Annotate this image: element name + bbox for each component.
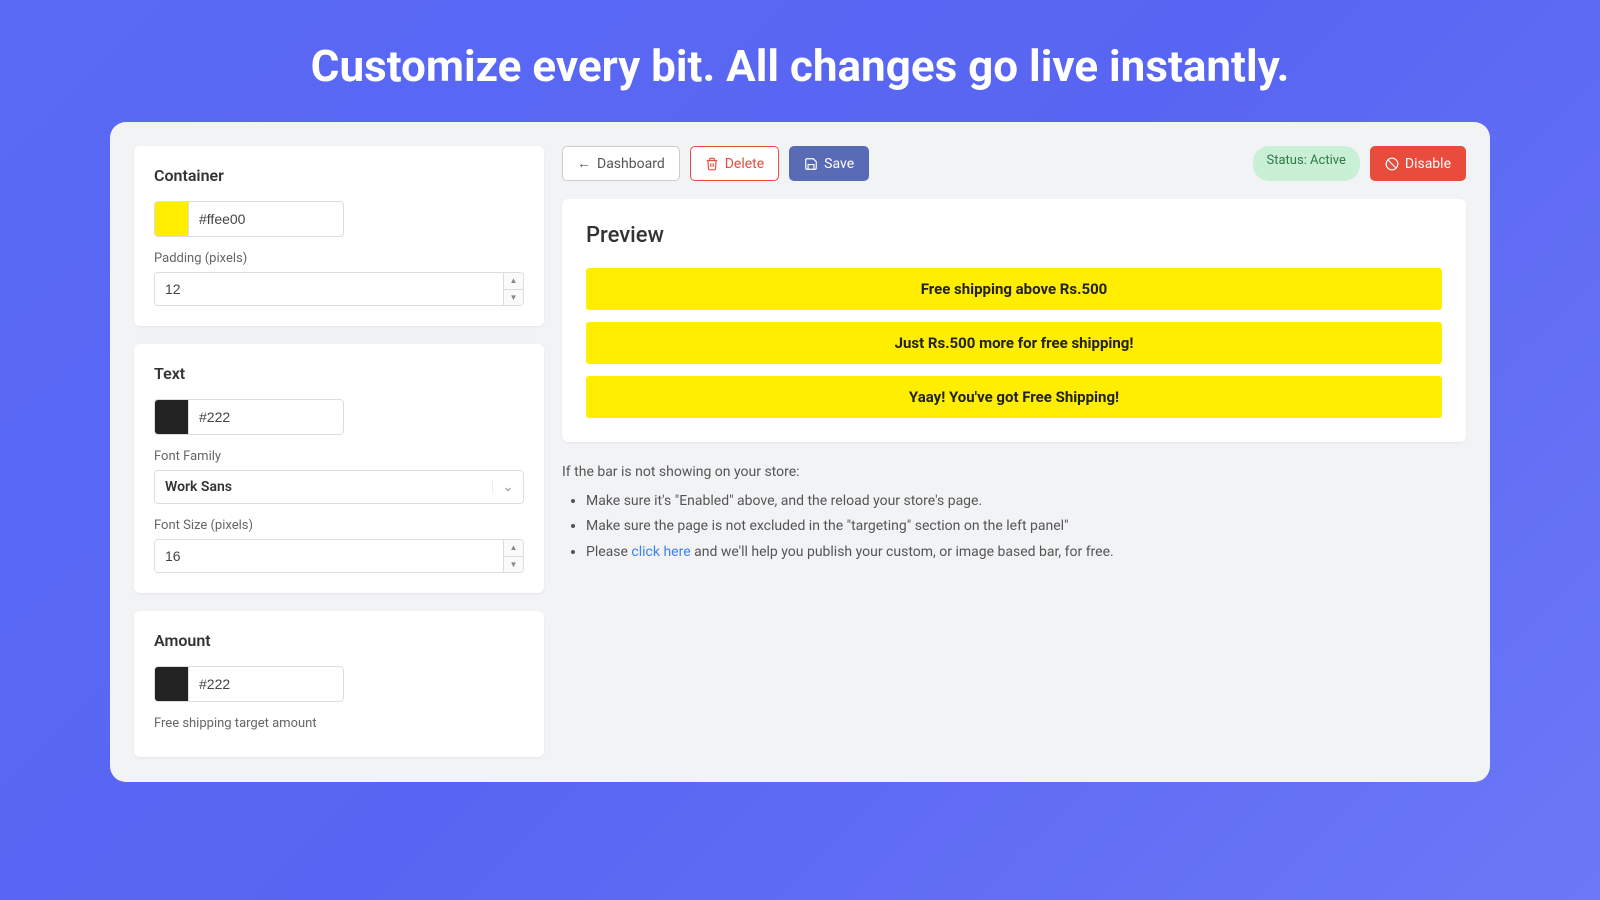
help-list: Make sure it's "Enabled" above, and the … xyxy=(562,489,1466,565)
container-color-input[interactable] xyxy=(188,201,344,237)
toolbar: ← Dashboard Delete Save Status: Active xyxy=(562,146,1466,181)
chevron-down-icon: ⌄ xyxy=(492,480,513,494)
help-item: Please click here and we'll help you pub… xyxy=(586,540,1466,565)
padding-input[interactable] xyxy=(155,273,503,305)
font-family-select[interactable]: Work Sans ⌄ xyxy=(154,470,524,504)
delete-button[interactable]: Delete xyxy=(690,146,779,181)
preview-bar: Just Rs.500 more for free shipping! xyxy=(586,322,1442,364)
preview-bar: Yaay! You've got Free Shipping! xyxy=(586,376,1442,418)
padding-label: Padding (pixels) xyxy=(154,251,524,266)
dashboard-label: Dashboard xyxy=(597,156,665,172)
app-window: Container Padding (pixels) ▲ ▼ Text Font xyxy=(110,122,1490,782)
disable-label: Disable xyxy=(1405,156,1451,172)
text-color-row xyxy=(154,399,524,435)
dashboard-button[interactable]: ← Dashboard xyxy=(562,146,680,181)
font-family-value: Work Sans xyxy=(165,479,232,495)
ban-icon xyxy=(1385,157,1399,171)
trash-icon xyxy=(705,157,719,171)
target-amount-label: Free shipping target amount xyxy=(154,716,524,731)
help-item: Make sure the page is not excluded in th… xyxy=(586,514,1466,539)
font-size-label: Font Size (pixels) xyxy=(154,518,524,533)
step-up-icon[interactable]: ▲ xyxy=(504,540,523,557)
preview-title: Preview xyxy=(586,223,1442,248)
help-please: Please xyxy=(586,544,631,560)
container-color-swatch[interactable] xyxy=(154,201,188,237)
container-card: Container Padding (pixels) ▲ ▼ xyxy=(134,146,544,326)
preview-bar: Free shipping above Rs.500 xyxy=(586,268,1442,310)
amount-color-row xyxy=(154,666,524,702)
status-badge: Status: Active xyxy=(1253,146,1360,181)
amount-title: Amount xyxy=(154,631,524,650)
preview-panel: ← Dashboard Delete Save Status: Active xyxy=(562,146,1466,758)
font-size-input[interactable] xyxy=(155,540,503,572)
preview-card: Preview Free shipping above Rs.500 Just … xyxy=(562,199,1466,442)
text-title: Text xyxy=(154,364,524,383)
hero-title: Customize every bit. All changes go live… xyxy=(60,40,1540,92)
step-down-icon[interactable]: ▼ xyxy=(504,557,523,573)
text-card: Text Font Family Work Sans ⌄ Font Size (… xyxy=(134,344,544,593)
amount-color-swatch[interactable] xyxy=(154,666,188,702)
help-item: Make sure it's "Enabled" above, and the … xyxy=(586,489,1466,514)
padding-input-wrap: ▲ ▼ xyxy=(154,272,524,306)
save-icon xyxy=(804,157,818,171)
settings-panel: Container Padding (pixels) ▲ ▼ Text Font xyxy=(134,146,544,758)
step-up-icon[interactable]: ▲ xyxy=(504,273,523,290)
text-color-swatch[interactable] xyxy=(154,399,188,435)
save-label: Save xyxy=(824,156,854,172)
save-button[interactable]: Save xyxy=(789,146,869,181)
help-text: If the bar is not showing on your store:… xyxy=(562,460,1466,565)
padding-steppers: ▲ ▼ xyxy=(503,273,523,305)
font-family-label: Font Family xyxy=(154,449,524,464)
font-size-steppers: ▲ ▼ xyxy=(503,540,523,572)
disable-button[interactable]: Disable xyxy=(1370,146,1466,181)
text-color-input[interactable] xyxy=(188,399,344,435)
container-color-row xyxy=(154,201,524,237)
toolbar-spacer xyxy=(879,146,1242,181)
help-link[interactable]: click here xyxy=(631,544,690,560)
step-down-icon[interactable]: ▼ xyxy=(504,290,523,306)
help-intro: If the bar is not showing on your store: xyxy=(562,460,1466,485)
amount-card: Amount Free shipping target amount xyxy=(134,611,544,757)
font-size-input-wrap: ▲ ▼ xyxy=(154,539,524,573)
container-title: Container xyxy=(154,166,524,185)
arrow-left-icon: ← xyxy=(577,155,591,172)
help-after-link: and we'll help you publish your custom, … xyxy=(691,544,1114,560)
amount-color-input[interactable] xyxy=(188,666,344,702)
delete-label: Delete xyxy=(725,156,764,172)
